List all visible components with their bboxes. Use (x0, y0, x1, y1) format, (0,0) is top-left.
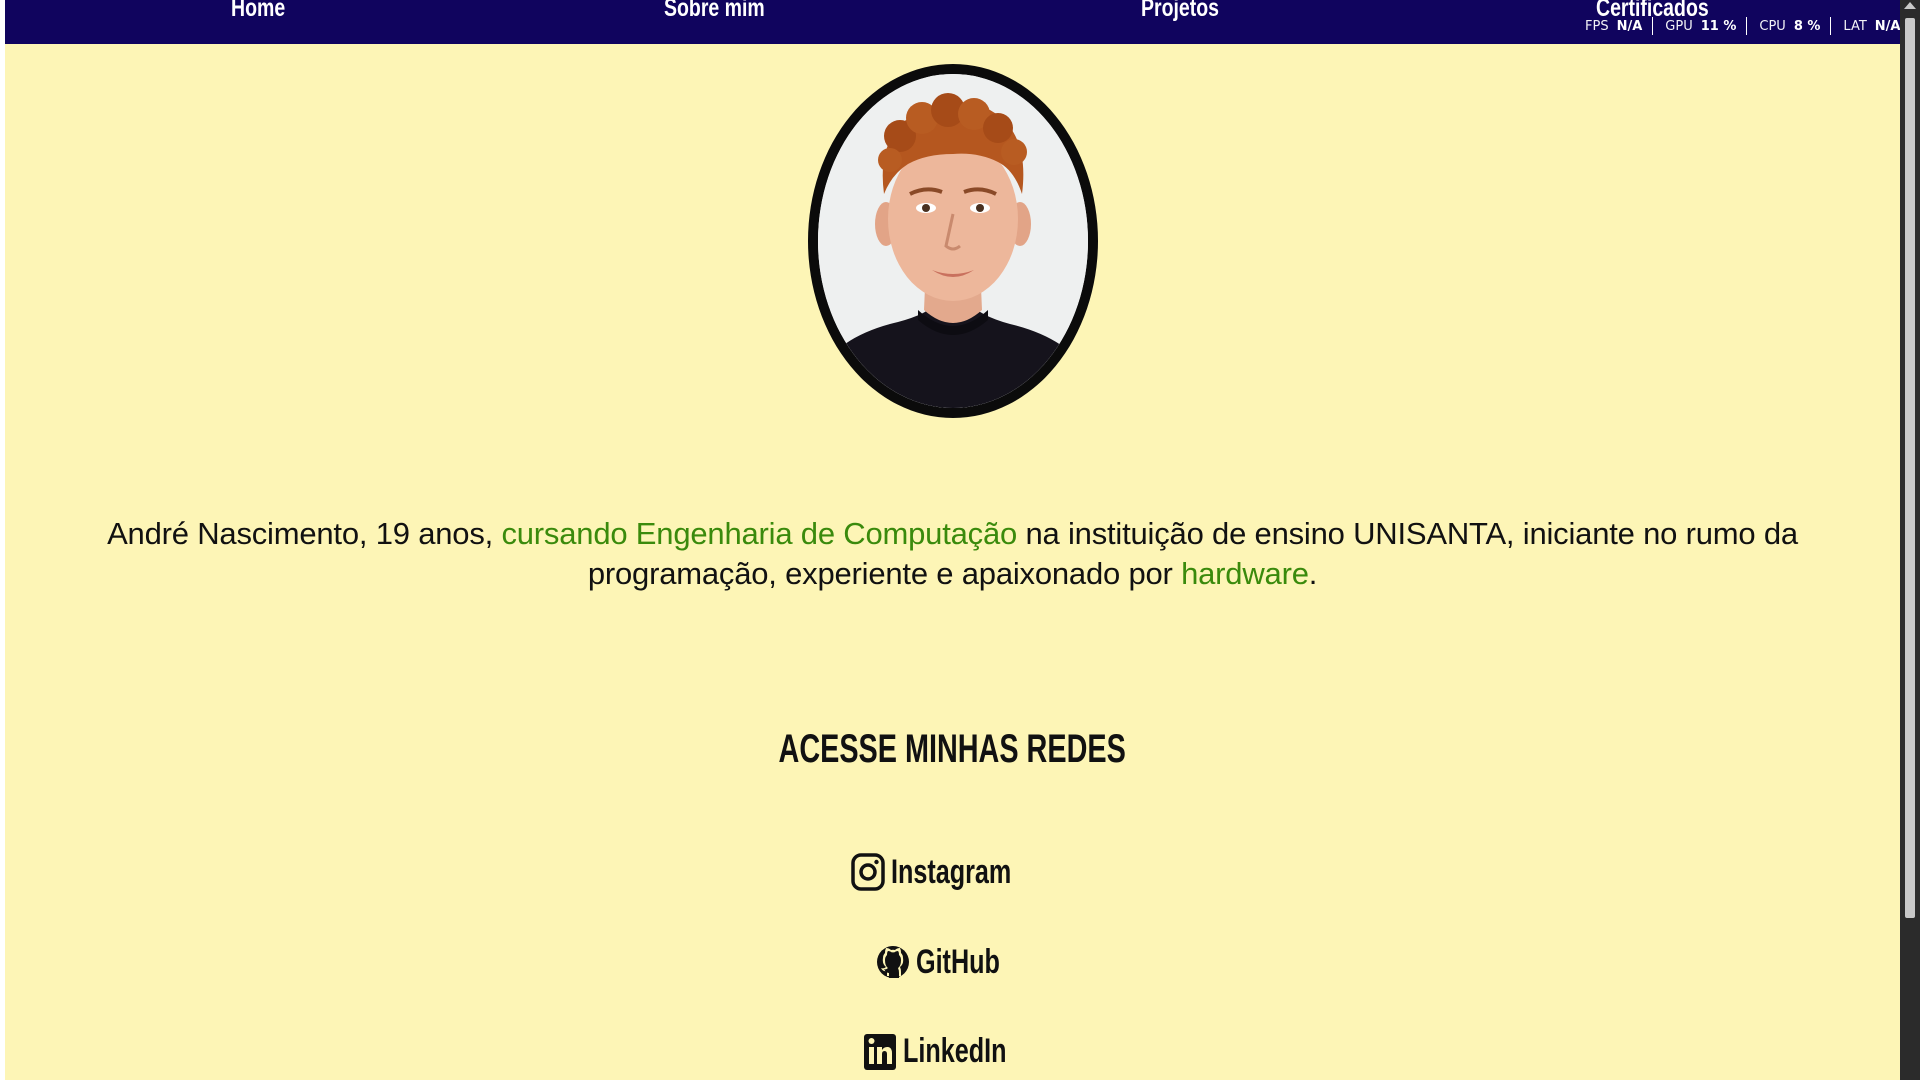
instagram-icon (851, 853, 885, 891)
profile-photo (808, 64, 1098, 418)
instagram-link[interactable]: Instagram (5, 852, 1900, 892)
perf-cpu-value: 8 % (1793, 18, 1821, 34)
github-link[interactable]: GitHub (5, 942, 1900, 982)
perf-lat-value: N/A (1874, 18, 1900, 34)
perf-lat-label: LAT (1843, 18, 1867, 34)
profile-photo-illustration (818, 74, 1088, 408)
linkedin-icon (863, 1034, 896, 1070)
instagram-label: Instagram (891, 852, 1012, 891)
github-icon (876, 946, 909, 978)
bio-highlight-hardware: hardware (1181, 556, 1309, 591)
page-viewport: Home Sobre mim Projetos Certificados FPS… (5, 0, 1900, 1080)
bio-text-3: . (1308, 556, 1318, 591)
bio-paragraph: André Nascimento, 19 anos, cursando Enge… (35, 514, 1870, 594)
perf-fps-value: N/A (1616, 18, 1643, 34)
perf-lat: LAT N/A (1843, 17, 1900, 35)
performance-overlay: FPS N/A GPU 11 % CPU 8 % LAT N/A (1585, 16, 1900, 36)
linkedin-label: LinkedIn (902, 1031, 1007, 1070)
social-title-text: ACESSE MINHAS REDES (778, 727, 1127, 771)
nav-home-link[interactable]: Home (231, 0, 285, 23)
scrollbar-thumb[interactable] (1905, 18, 1915, 918)
bio-text-1: André Nascimento, 19 anos, (107, 516, 502, 551)
perf-fps: FPS N/A (1585, 17, 1654, 35)
github-label: GitHub (915, 942, 1000, 981)
perf-gpu-value: 11 % (1700, 18, 1737, 34)
scroll-up-arrow-icon[interactable] (1904, 2, 1916, 9)
perf-gpu-label: GPU (1665, 18, 1693, 34)
social-section-title: ACESSE MINHAS REDES (5, 727, 1900, 772)
nav-projects-link[interactable]: Projetos (1141, 0, 1219, 23)
perf-gpu: GPU 11 % (1665, 17, 1748, 35)
vertical-scrollbar[interactable] (1900, 0, 1920, 1080)
nav-about-link[interactable]: Sobre mim (664, 0, 765, 23)
perf-cpu-label: CPU (1759, 18, 1786, 34)
perf-cpu: CPU 8 % (1759, 17, 1832, 35)
top-navbar: Home Sobre mim Projetos Certificados FPS… (5, 0, 1900, 44)
linkedin-link[interactable]: LinkedIn (5, 1031, 1900, 1071)
bio-highlight-course: cursando Engenharia de Computação (501, 516, 1018, 551)
perf-fps-label: FPS (1585, 18, 1609, 34)
